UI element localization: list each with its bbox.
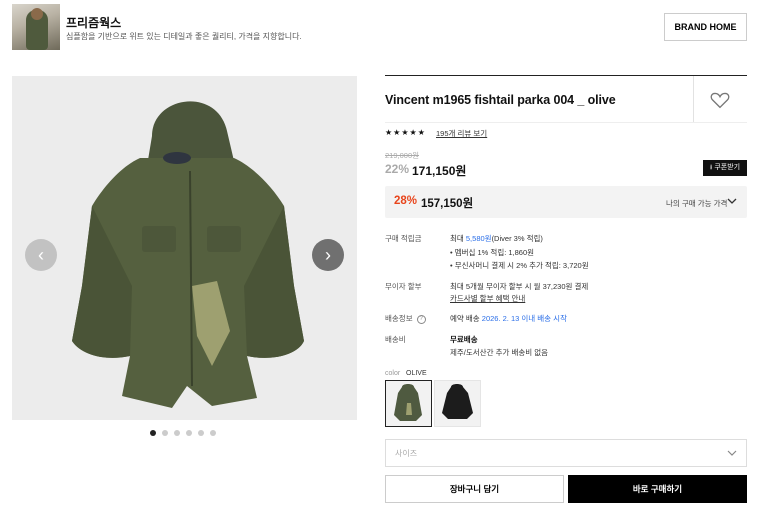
color-swatch-black[interactable] [434, 380, 481, 427]
chevron-left-icon: ‹ [38, 244, 44, 265]
discount-rate: 22% [385, 162, 410, 176]
delivery-label: 배송정보 ? [385, 313, 426, 324]
gallery-prev-button[interactable]: ‹ [25, 239, 57, 271]
gallery-next-button[interactable]: › [312, 239, 344, 271]
size-placeholder: 사이즈 [395, 449, 418, 458]
gallery-dot[interactable] [150, 430, 156, 436]
points-musinsa-money: • 무신사머니 결제 시 2% 추가 적립: 3,720원 [450, 261, 589, 270]
shipping-free: 무료배송 [450, 335, 478, 344]
points-membership: • 멤버십 1% 적립: 1,860원 [450, 248, 535, 257]
brand-description: 심플함을 기반으로 위트 있는 디테일과 좋은 퀄리티, 가격을 지향합니다. [66, 32, 302, 41]
shipping-label: 배송비 [385, 335, 406, 344]
sale-price: 171,150원 [412, 164, 467, 178]
gallery-dot[interactable] [210, 430, 216, 436]
chevron-down-icon[interactable] [727, 449, 737, 457]
gallery-dot[interactable] [186, 430, 192, 436]
chevron-right-icon: › [325, 244, 331, 265]
swatch-black-image [442, 384, 473, 419]
product-title: Vincent m1965 fishtail parka 004 _ olive [385, 93, 616, 107]
points-max-amount: 5,580원 [465, 234, 492, 243]
brand-logo[interactable] [12, 4, 60, 50]
gallery-dot[interactable] [198, 430, 204, 436]
brand-name[interactable]: 프리즘웍스 [66, 14, 121, 31]
color-swatch-olive[interactable] [385, 380, 432, 427]
installment-link[interactable]: 카드사별 할부 혜택 안내 [450, 293, 525, 304]
heart-icon[interactable] [710, 91, 730, 109]
gallery-dot[interactable] [174, 430, 180, 436]
coupon-button[interactable]: ⭳ 쿠폰받기 [703, 160, 747, 176]
color-label: color [385, 370, 401, 377]
brand-home-button[interactable]: BRAND HOME [664, 13, 747, 41]
original-price: 219,000원 [385, 151, 420, 160]
gallery-pagination [150, 430, 216, 436]
divider [385, 122, 747, 123]
help-icon[interactable]: ? [416, 314, 426, 324]
swatch-olive-image [394, 384, 422, 421]
size-select[interactable] [385, 439, 747, 467]
rating-stars: ★★★★★ [385, 128, 426, 137]
points-max-prefix: 최대 [450, 234, 466, 243]
review-link[interactable]: 195개 리뷰 보기 [436, 128, 487, 139]
installment-text: 최대 5개월 무이자 할부 시 월 37,230원 결제 [450, 282, 589, 291]
divider [693, 76, 694, 122]
shipping-note: 제주/도서산간 추가 배송비 없음 [450, 348, 549, 357]
my-price-label: 나의 구매 가능 가격 [666, 199, 728, 208]
delivery-label-text: 배송정보 [385, 314, 413, 323]
points-max: 최대 5,580원(Diver 3% 적립) [450, 233, 543, 244]
points-label: 구매 적립금 [385, 234, 422, 243]
add-to-cart-button[interactable]: 장바구니 담기 [385, 475, 564, 503]
chevron-down-icon[interactable] [727, 197, 737, 205]
color-value: OLIVE [406, 370, 427, 377]
delivery-info: 예약 배송 2026. 2. 13 이내 배송 시작 [450, 313, 567, 324]
installment-label: 무이자 할부 [385, 282, 422, 291]
gallery-dot[interactable] [162, 430, 168, 436]
points-max-suffix: (Diver 3% 적립) [491, 234, 543, 243]
delivery-date: 2026. 2. 13 이내 배송 시작 [481, 314, 567, 323]
delivery-prefix: 예약 배송 [450, 314, 482, 323]
buy-now-button[interactable]: 바로 구매하기 [568, 475, 747, 503]
brand-logo-head [31, 8, 43, 20]
my-price-amount: 157,150원 [421, 198, 474, 210]
my-price-rate: 28% [394, 195, 418, 207]
parka-illustration [72, 101, 304, 408]
product-image[interactable] [12, 76, 357, 420]
